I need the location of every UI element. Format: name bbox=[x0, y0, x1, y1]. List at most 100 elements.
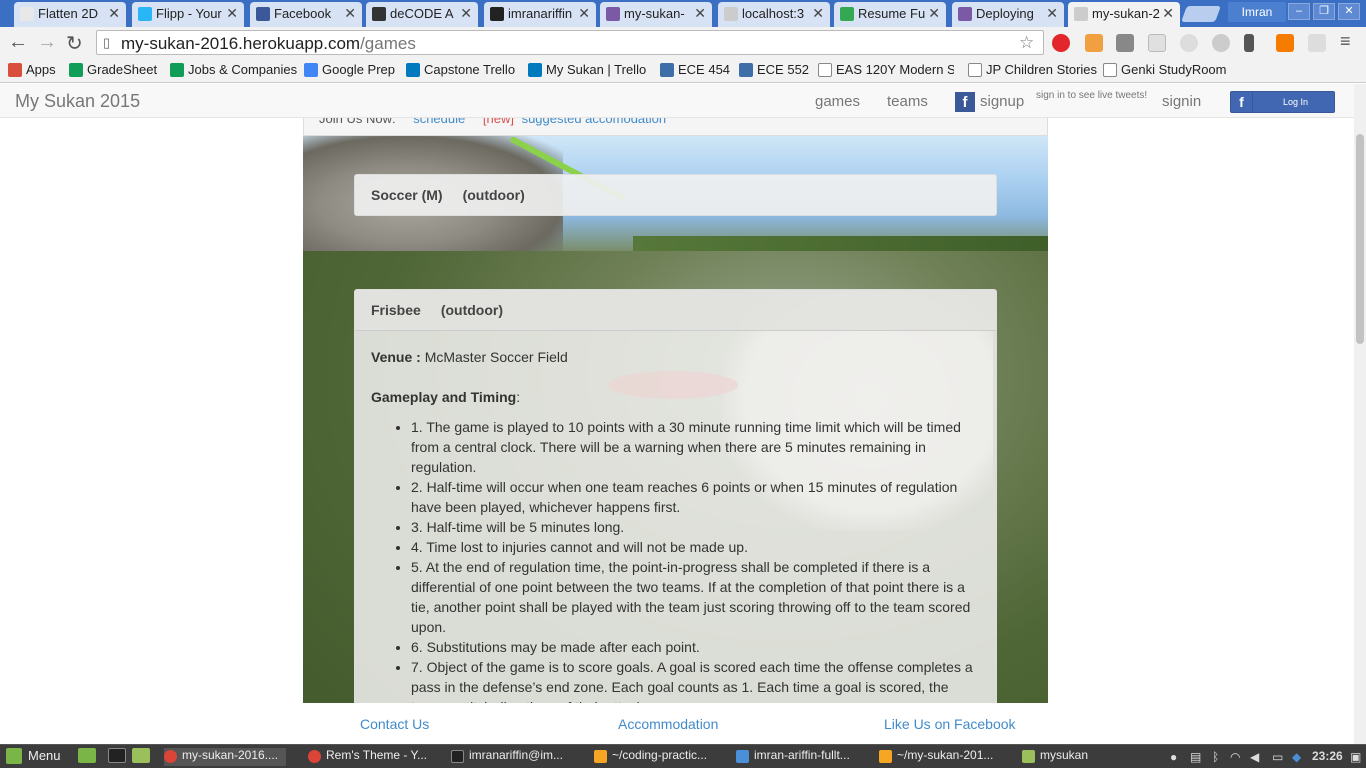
close-icon[interactable]: ✕ bbox=[928, 5, 940, 22]
taskbar-item[interactable]: Rem's Theme - Y... bbox=[308, 748, 427, 763]
close-icon[interactable]: ✕ bbox=[1046, 5, 1058, 22]
bookmark-ece552[interactable]: ECE 552 bbox=[739, 62, 809, 77]
close-icon[interactable]: ✕ bbox=[108, 5, 120, 22]
tab-0[interactable]: Flatten 2D ✕ bbox=[14, 2, 126, 27]
close-icon[interactable]: ✕ bbox=[812, 5, 824, 22]
bookmark-capstone-trello[interactable]: Capstone Trello bbox=[406, 62, 515, 77]
nav-signup-link[interactable]: signup bbox=[980, 93, 1024, 110]
close-window-icon[interactable]: ✕ bbox=[1338, 3, 1360, 20]
soccer-panel-heading[interactable]: Soccer (M) (outdoor) bbox=[354, 174, 997, 216]
profile-button[interactable]: Imran bbox=[1228, 2, 1286, 22]
frisbee-panel: Frisbee (outdoor) Venue : McMaster Soccer… bbox=[354, 289, 997, 744]
close-icon[interactable]: ✕ bbox=[226, 5, 238, 22]
tab-9-active[interactable]: my-sukan-2 ✕ bbox=[1068, 2, 1180, 27]
ext-icon[interactable] bbox=[1276, 34, 1294, 52]
rule-item: 5. At the end of regulation time, the po… bbox=[411, 557, 980, 637]
facebook-icon[interactable]: f bbox=[955, 92, 975, 112]
folder-icon[interactable] bbox=[132, 748, 150, 763]
close-icon[interactable]: ✕ bbox=[344, 5, 356, 22]
nav-games-link[interactable]: games bbox=[815, 93, 860, 110]
restore-icon[interactable]: ❐ bbox=[1313, 3, 1335, 20]
bookmark-eas120y[interactable]: EAS 120Y Modern St bbox=[818, 62, 954, 77]
shield-icon[interactable]: ◆ bbox=[1292, 750, 1301, 764]
ext-icon[interactable] bbox=[1116, 34, 1134, 52]
minimize-icon[interactable]: – bbox=[1288, 3, 1310, 20]
tab-5[interactable]: my-sukan- ✕ bbox=[600, 2, 712, 27]
close-icon[interactable]: ✕ bbox=[578, 5, 590, 22]
star-icon[interactable]: ☆ bbox=[1019, 33, 1034, 53]
tab-6[interactable]: localhost:3 ✕ bbox=[718, 2, 830, 27]
facebook-like-link[interactable]: Like Us on Facebook bbox=[884, 716, 1016, 732]
page-icon bbox=[968, 63, 982, 77]
game-name: Soccer (M) bbox=[371, 187, 443, 203]
site-brand[interactable]: My Sukan 2015 bbox=[15, 91, 140, 112]
volume-icon[interactable]: ◀ bbox=[1250, 750, 1259, 764]
tab-8[interactable]: Deploying ✕ bbox=[952, 2, 1064, 27]
ext-icon[interactable] bbox=[1212, 34, 1230, 52]
network-icon[interactable]: ▤ bbox=[1190, 750, 1201, 764]
sheets-icon bbox=[170, 63, 184, 77]
tab-label: Facebook bbox=[274, 6, 332, 21]
terminal-icon[interactable] bbox=[108, 748, 126, 763]
tab-3[interactable]: deCODE A ✕ bbox=[366, 2, 478, 27]
show-desktop-icon[interactable]: ▣ bbox=[1350, 750, 1361, 764]
url-text[interactable]: my-sukan-2016.herokuapp.com/games bbox=[121, 34, 416, 54]
ext-icon[interactable] bbox=[1180, 34, 1198, 52]
site-footer: Contact Us Accommodation Like Us on Face… bbox=[0, 703, 1354, 744]
facebook-login-button[interactable]: f Log In bbox=[1230, 91, 1335, 113]
ext-icon[interactable] bbox=[1244, 34, 1254, 52]
bookmark-gradesheet[interactable]: GradeSheet bbox=[69, 62, 157, 77]
tab-1[interactable]: Flipp - Your ✕ bbox=[132, 2, 244, 27]
nav-teams-link[interactable]: teams bbox=[887, 93, 928, 110]
ext-icon[interactable] bbox=[1308, 34, 1326, 52]
rule-item: 3. Half-time will be 5 minutes long. bbox=[411, 517, 980, 537]
back-icon[interactable]: ← bbox=[8, 31, 28, 54]
tab-2[interactable]: Facebook ✕ bbox=[250, 2, 362, 27]
start-menu-button[interactable]: Menu bbox=[6, 748, 61, 764]
bookmark-label: ECE 552 bbox=[757, 62, 810, 77]
forward-icon[interactable]: → bbox=[37, 31, 57, 54]
bookmark-jobs[interactable]: Jobs & Companies bbox=[170, 62, 297, 77]
bookmark-mysukan-trello[interactable]: My Sukan | Trello bbox=[528, 62, 646, 77]
taskbar-item[interactable]: mysukan bbox=[1022, 748, 1088, 763]
bookmark-jp-stories[interactable]: JP Children Stories bbox=[968, 62, 1097, 77]
nav-signin-link[interactable]: signin bbox=[1162, 93, 1201, 110]
accommodation-link[interactable]: Accommodation bbox=[618, 716, 718, 732]
taskbar-item[interactable]: imranariffin@im... bbox=[451, 748, 563, 763]
tab-label: Flatten 2D bbox=[38, 6, 98, 21]
sheets-icon bbox=[69, 63, 83, 77]
taskbar-item[interactable]: ~/my-sukan-201... bbox=[879, 748, 993, 763]
tab-favicon bbox=[256, 7, 270, 21]
page-icon bbox=[1103, 63, 1117, 77]
wifi-icon[interactable]: ◠ bbox=[1230, 750, 1240, 764]
taskbar-item[interactable]: ~/coding-practic... bbox=[594, 748, 707, 763]
tab-4[interactable]: imranariffin ✕ bbox=[484, 2, 596, 27]
bookmark-ece454[interactable]: ECE 454 bbox=[660, 62, 730, 77]
opera-ext-icon[interactable] bbox=[1052, 34, 1070, 52]
page-scrollbar[interactable] bbox=[1354, 84, 1366, 744]
bookmark-genki[interactable]: Genki StudyRoom bbox=[1103, 62, 1227, 77]
bluetooth-icon[interactable]: ᛒ bbox=[1212, 750, 1219, 764]
tab-7[interactable]: Resume Fu ✕ bbox=[834, 2, 946, 27]
game-kind: (outdoor) bbox=[462, 187, 525, 203]
close-icon[interactable]: ✕ bbox=[694, 5, 706, 22]
taskbar-item[interactable]: my-sukan-2016.... bbox=[164, 748, 287, 766]
contact-us-link[interactable]: Contact Us bbox=[360, 716, 429, 732]
bookmark-icon bbox=[739, 63, 753, 77]
power-icon[interactable]: ▭ bbox=[1272, 750, 1283, 764]
files-icon[interactable] bbox=[78, 748, 96, 763]
new-tab-button[interactable] bbox=[1181, 6, 1221, 22]
close-icon[interactable]: ✕ bbox=[460, 5, 472, 22]
ext-icon[interactable] bbox=[1085, 34, 1103, 52]
taskbar-item[interactable]: imran-ariffin-fullt... bbox=[736, 748, 850, 763]
user-icon[interactable]: ● bbox=[1170, 750, 1177, 764]
reload-icon[interactable]: ↻ bbox=[66, 31, 83, 56]
bookmark-google-prep[interactable]: Google Prep bbox=[304, 62, 395, 77]
ext-icon[interactable] bbox=[1148, 34, 1166, 52]
scroll-thumb[interactable] bbox=[1356, 134, 1364, 344]
bookmark-apps[interactable]: Apps bbox=[8, 62, 56, 77]
close-icon[interactable]: ✕ bbox=[1162, 5, 1174, 22]
address-bar[interactable]: ▯ my-sukan-2016.herokuapp.com/games ☆ bbox=[96, 30, 1044, 55]
menu-icon[interactable]: ≡ bbox=[1340, 31, 1351, 52]
frisbee-panel-heading[interactable]: Frisbee (outdoor) bbox=[355, 290, 996, 331]
